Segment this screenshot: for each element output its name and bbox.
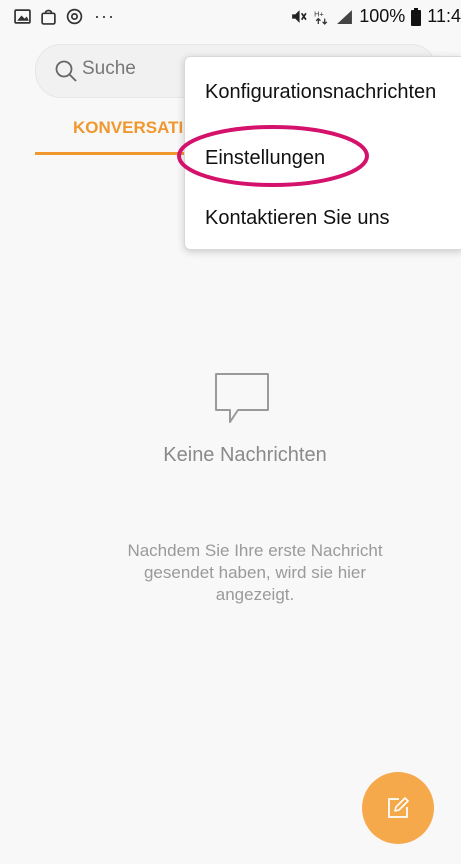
menu-item-contact-us[interactable]: Kontaktieren Sie uns (205, 207, 390, 230)
search-icon (55, 60, 77, 82)
data-arrows-icon: H+ (314, 10, 328, 25)
sync-notification-icon (66, 8, 83, 25)
shopping-bag-notification-icon (41, 9, 56, 25)
status-bar-left: ··· (14, 6, 115, 27)
battery-icon (411, 7, 422, 26)
svg-text:H+: H+ (314, 10, 324, 19)
gallery-notification-icon (14, 9, 31, 24)
status-bar: ··· H+ 100% 11:4 (0, 0, 461, 34)
battery-percentage: 100% (359, 6, 406, 26)
clock: 11:4 (427, 6, 461, 26)
search-placeholder: Suche (82, 58, 136, 79)
status-bar-right: H+ 100% 11:4 (290, 6, 461, 27)
mute-icon (292, 10, 307, 23)
empty-state-description: Nachdem Sie Ihre erste Nachricht gesende… (127, 541, 383, 604)
compose-icon (388, 797, 409, 818)
empty-state-title: Keine Nachrichten (163, 444, 327, 466)
signal-icon (337, 10, 353, 24)
compose-button[interactable] (362, 772, 434, 844)
menu-item-configuration-messages[interactable]: Konfigurationsnachrichten (205, 81, 436, 104)
highlight-circle (177, 125, 369, 187)
more-notifications-indicator: ··· (94, 6, 115, 26)
chat-bubble-icon (215, 373, 269, 423)
